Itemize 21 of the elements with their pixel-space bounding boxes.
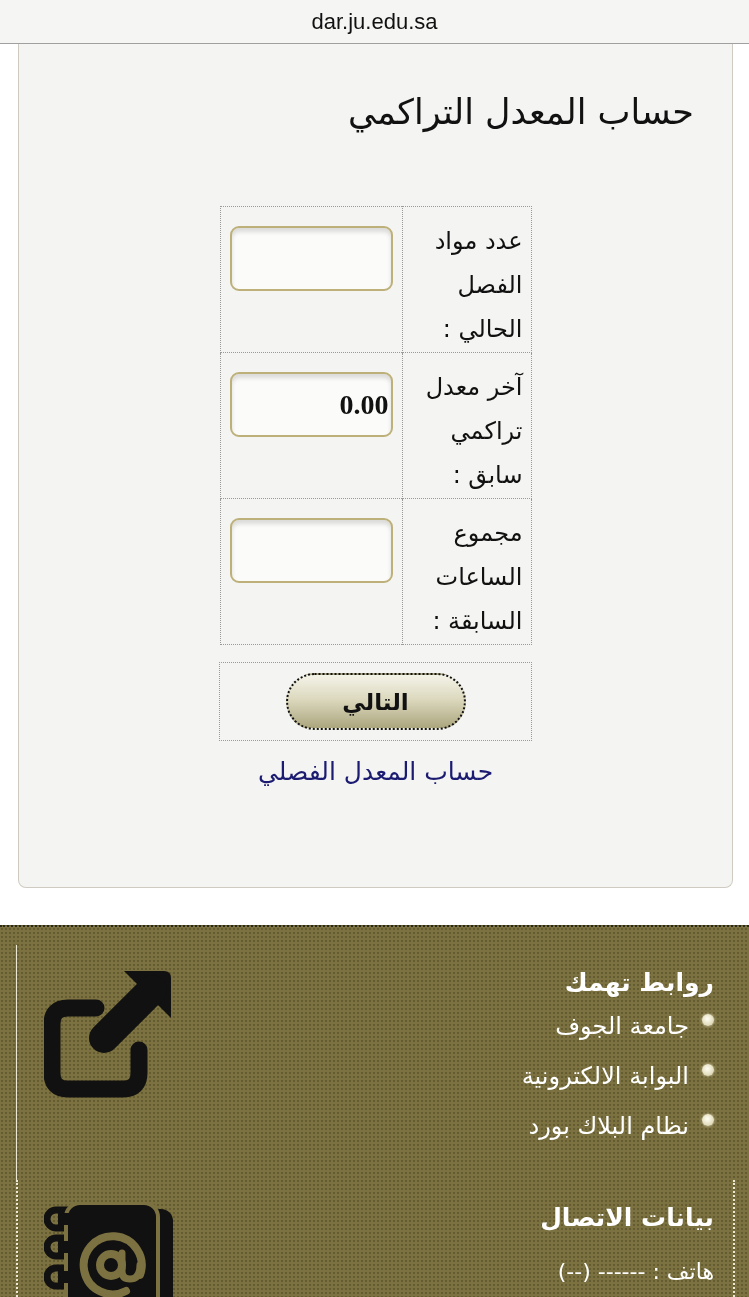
footer-link[interactable]: جامعة الجوف bbox=[555, 1001, 689, 1051]
bullet-icon bbox=[702, 1064, 714, 1076]
field-label: عدد مواد الفصل الحالي : bbox=[402, 206, 531, 353]
field-label: مجموع الساعات السابقة : bbox=[402, 498, 531, 645]
input-field[interactable] bbox=[229, 518, 393, 583]
semester-gpa-link[interactable]: حساب المعدل الفصلي bbox=[257, 754, 494, 790]
bullet-icon bbox=[702, 1014, 714, 1026]
contact-line: هاتف : ------ (--) bbox=[557, 1258, 714, 1286]
external-link-icon bbox=[44, 970, 172, 1098]
address-bar[interactable]: dar.ju.edu.sa bbox=[0, 0, 749, 44]
page-title: حساب المعدل التراكمي bbox=[347, 91, 694, 135]
next-button[interactable]: التالي bbox=[285, 673, 466, 730]
footer-link[interactable]: البوابة الالكترونية bbox=[521, 1051, 689, 1101]
footer-heading: بيانات الاتصال bbox=[540, 1202, 714, 1234]
footer-heading: روابط تهمك bbox=[564, 967, 714, 999]
field-label: آخر معدل تراكمي سابق : bbox=[402, 352, 531, 499]
footer-link[interactable]: نظام البلاك بورد bbox=[528, 1101, 689, 1151]
bullet-icon bbox=[702, 1114, 714, 1126]
input-field[interactable]: 0.00 bbox=[229, 372, 393, 437]
url-text: dar.ju.edu.sa bbox=[311, 8, 438, 35]
input-field[interactable] bbox=[229, 226, 393, 291]
